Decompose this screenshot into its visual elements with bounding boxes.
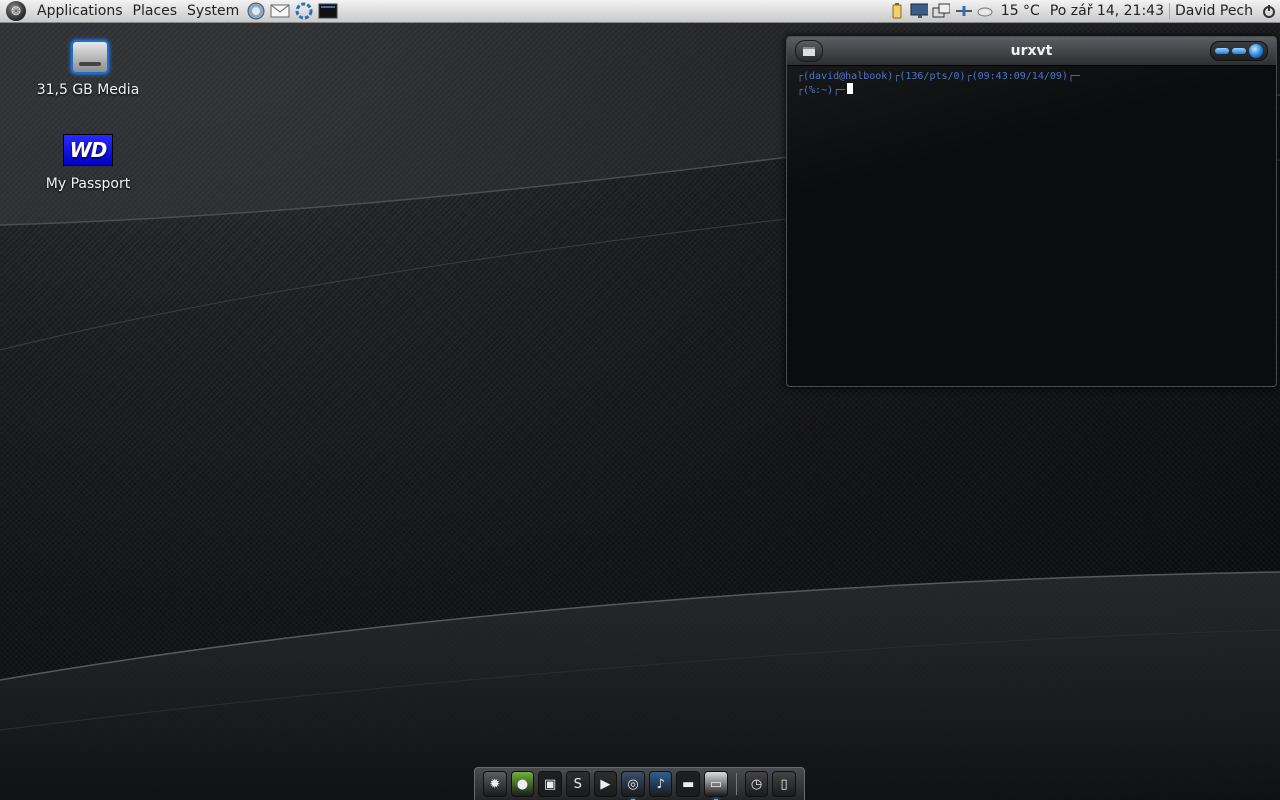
minimize-button[interactable] [1215, 48, 1229, 54]
dock-system-settings-icon[interactable]: ✹ [483, 771, 507, 797]
drive-icon [69, 38, 109, 76]
dock: ✹ ● ▣ S ▶ ◎ ♪ ▬ ▭ ◷ ▯ [474, 767, 805, 800]
dock-skype-icon[interactable]: S [565, 771, 590, 797]
dock-browser-icon[interactable]: ◎ [621, 771, 645, 800]
window-menu-button[interactable] [795, 40, 823, 62]
mail-icon[interactable] [270, 2, 290, 20]
terminal-content[interactable]: ┌(david@halbook)┌(136/pts/0)┌(09:43:09/1… [787, 66, 1276, 384]
distro-logo-icon[interactable]: ❂ [6, 1, 26, 21]
wd-passport-icon: WD [63, 134, 113, 166]
terminal-window[interactable]: urxvt ┌(david@halbook)┌(136/pts/0)┌(09:4… [786, 36, 1277, 387]
window-title: urxvt [1010, 43, 1053, 59]
dock-music-player-icon[interactable]: ♪ [648, 771, 673, 797]
terminal-icon[interactable] [318, 2, 338, 20]
firefox-icon[interactable] [246, 2, 266, 20]
weather-temperature[interactable]: 15 °C [996, 3, 1045, 19]
dock-urxvt-window-icon[interactable]: ▭ [704, 771, 728, 800]
weather-icon [976, 2, 994, 20]
dock-window-icon[interactable]: ▬ [676, 771, 701, 797]
dock-separator [735, 773, 737, 795]
user-name[interactable]: David Pech [1170, 3, 1258, 19]
dock-terminal-icon[interactable]: ▣ [538, 771, 562, 797]
desktop-icon-media-drive[interactable]: 31,5 GB Media [28, 38, 148, 98]
menu-system[interactable]: System [182, 3, 244, 19]
window-controls [1210, 41, 1268, 61]
dock-media-player-icon[interactable]: ▶ [593, 771, 618, 797]
menu-applications[interactable]: Applications [32, 3, 128, 19]
dock-trash-icon[interactable]: ▯ [772, 771, 796, 797]
desktop-icon-label: 31,5 GB Media [36, 82, 140, 98]
power-icon[interactable] [1260, 2, 1278, 20]
network-icon[interactable] [932, 2, 950, 20]
desktop-icon-label: My Passport [45, 176, 131, 192]
battery-icon[interactable] [888, 2, 906, 20]
terminal-titlebar[interactable]: urxvt [787, 37, 1276, 66]
transfer-icon[interactable] [954, 2, 972, 20]
top-panel: ❂ Applications Places System 15 °C Po zá… [0, 0, 1280, 23]
maximize-button[interactable] [1232, 48, 1246, 54]
prompt-line-1: ┌(david@halbook)┌(136/pts/0)┌(09:43:09/1… [797, 71, 1080, 82]
dock-clock-icon[interactable]: ◷ [744, 771, 769, 797]
text-cursor [847, 83, 854, 94]
display-icon[interactable] [910, 2, 928, 20]
desktop-icon-my-passport[interactable]: WD My Passport [28, 134, 148, 192]
dock-user-account-icon[interactable]: ● [510, 771, 535, 797]
close-button[interactable] [1249, 44, 1263, 58]
clock[interactable]: Po zář 14, 21:43 [1045, 3, 1170, 19]
pidgin-icon[interactable] [294, 2, 314, 20]
prompt-line-2: ┌(%:~)┌─ [797, 83, 1266, 97]
menu-places[interactable]: Places [128, 3, 183, 19]
